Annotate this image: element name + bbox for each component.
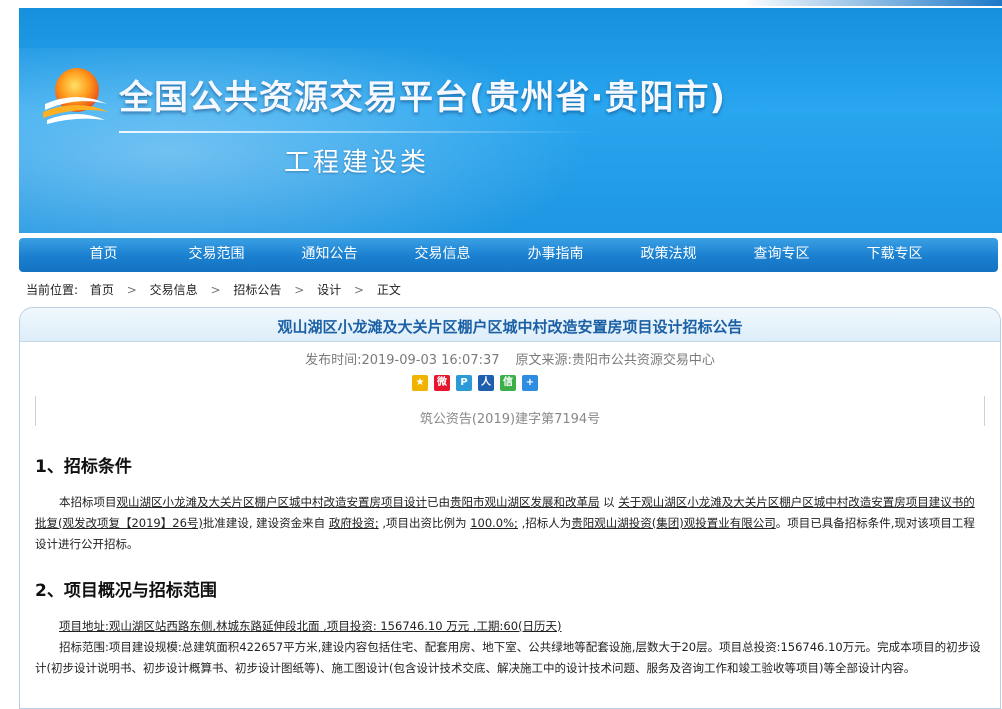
more-share-icon[interactable]: + xyxy=(522,375,538,391)
approval-authority: 贵阳市观山湖区发展和改革局 xyxy=(450,495,600,509)
qzone-icon[interactable]: ★ xyxy=(412,375,428,391)
document-number: 筑公资告(2019)建字第7194号 xyxy=(419,412,601,427)
text-segment: 已由 xyxy=(427,495,450,509)
tender-scope-line: 招标范围:项目建设规模:总建筑面积422657平方米,建设内容包括住宅、配套用房… xyxy=(35,640,981,675)
text-segment: 本招标项目 xyxy=(59,495,117,509)
site-title: 全国公共资源交易平台(贵州省·贵阳市) xyxy=(119,78,726,118)
renren-icon[interactable]: 人 xyxy=(478,375,494,391)
breadcrumb-separator: > xyxy=(126,283,137,297)
breadcrumb-separator: > xyxy=(294,283,305,297)
publish-label: 发布时间: xyxy=(305,353,362,368)
breadcrumb-current: 正文 xyxy=(376,283,401,297)
article-title: 观山湖区小龙滩及大关片区棚户区城中村改造安置房项目设计招标公告 xyxy=(277,318,743,336)
breadcrumb-label: 当前位置: xyxy=(26,283,79,297)
section-heading-project-overview: 2、项目概况与招标范围 xyxy=(35,581,217,601)
weibo-icon[interactable]: 微 xyxy=(434,375,450,391)
nav-trade-scope[interactable]: 交易范围 xyxy=(160,238,273,272)
nav-trade-info[interactable]: 交易信息 xyxy=(386,238,499,272)
tencent-weibo-icon[interactable]: P xyxy=(456,375,472,391)
nav-home[interactable]: 首页 xyxy=(47,238,160,272)
top-strip xyxy=(0,0,1002,8)
site-banner: 全国公共资源交易平台(贵州省·贵阳市) 工程建设类 xyxy=(19,8,1002,233)
title-rule xyxy=(119,131,599,133)
wechat-icon[interactable]: 信 xyxy=(500,375,516,391)
text-segment: 批准建设, 建设资金来自 xyxy=(202,516,329,530)
top-accent xyxy=(742,0,1002,6)
source-value: 贵阳市公共资源交易中心 xyxy=(571,353,715,368)
breadcrumb-separator: > xyxy=(353,283,364,297)
article-meta: 发布时间:2019-09-03 16:07:37 原文来源:贵阳市公共资源交易中心 xyxy=(20,349,1000,368)
funding-ratio: 100.0%; xyxy=(470,516,518,530)
funding-source: 政府投资; xyxy=(328,516,379,530)
nav-notices[interactable]: 通知公告 xyxy=(273,238,386,272)
section-heading-tender-conditions: 1、招标条件 xyxy=(35,457,132,477)
text-segment: ,招标人为 xyxy=(517,516,572,530)
project-name: 观山湖区小龙滩及大关片区棚户区城中村改造安置房项目设计 xyxy=(116,495,428,509)
breadcrumb-design[interactable]: 设计 xyxy=(317,283,341,297)
breadcrumb-trade-info[interactable]: 交易信息 xyxy=(150,283,198,297)
nav-download[interactable]: 下载专区 xyxy=(838,238,951,272)
tender-conditions-paragraph: 本招标项目观山湖区小龙滩及大关片区棚户区城中村改造安置房项目设计已由贵阳市观山湖… xyxy=(35,492,985,555)
project-address-line: 项目地址:观山湖区站西路东侧,林城东路延伸段北面 ,项目投资: 156746.1… xyxy=(59,619,562,633)
breadcrumb: 当前位置: 首页 > 交易信息 > 招标公告 > 设计 > 正文 xyxy=(26,281,401,298)
breadcrumb-separator: > xyxy=(210,283,221,297)
nav-guide[interactable]: 办事指南 xyxy=(499,238,612,272)
tenderer-name: 贵阳观山湖投资(集团)观投置业有限公司 xyxy=(571,516,776,530)
share-bar: ★ 微 P 人 信 + xyxy=(412,375,538,391)
breadcrumb-tender-notice[interactable]: 招标公告 xyxy=(233,283,281,297)
project-overview-paragraph: 项目地址:观山湖区站西路东侧,林城东路延伸段北面 ,项目投资: 156746.1… xyxy=(35,616,985,679)
breadcrumb-home[interactable]: 首页 xyxy=(90,283,114,297)
nav-policy[interactable]: 政策法规 xyxy=(612,238,725,272)
sun-logo-icon xyxy=(43,68,109,124)
main-nav: 首页 交易范围 通知公告 交易信息 办事指南 政策法规 查询专区 下载专区 xyxy=(19,238,998,272)
nav-query[interactable]: 查询专区 xyxy=(725,238,838,272)
publish-time: 2019-09-03 16:07:37 xyxy=(361,353,500,368)
text-segment: 以 xyxy=(599,495,619,509)
text-segment: ,项目出资比例为 xyxy=(378,516,471,530)
source-label: 原文来源: xyxy=(515,353,572,368)
site-subtitle: 工程建设类 xyxy=(284,148,430,178)
